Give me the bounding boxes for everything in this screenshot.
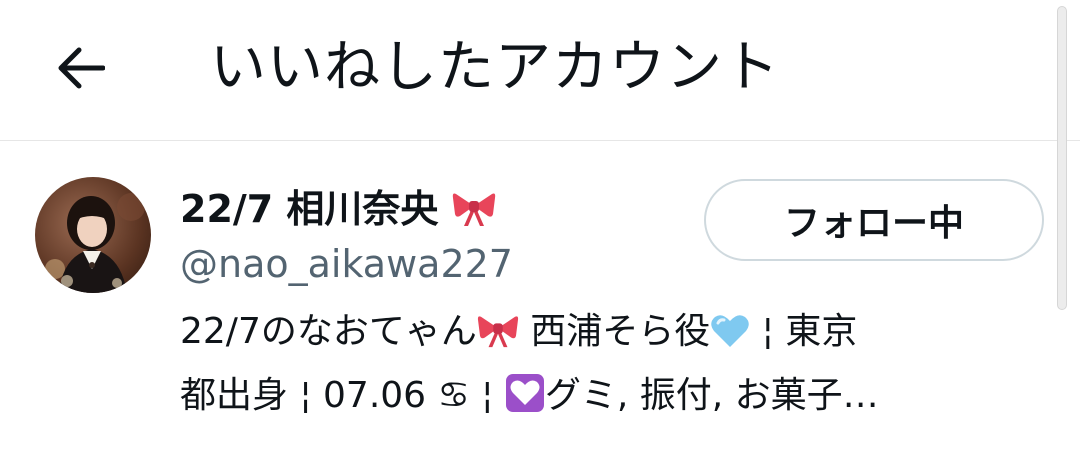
bio-line-2: 都出身 ¦ 07.06 ♋ ¦ グミ, 振付, お菓子…	[180, 367, 1040, 431]
avatar-photo	[45, 193, 145, 293]
top-header: いいねしたアカウント	[0, 0, 1080, 310]
following-button[interactable]: フォロー中	[704, 179, 1044, 261]
display-name-text: 22/7 相川奈央	[180, 187, 439, 231]
bio-text: 都出身 ¦ 07.06	[180, 375, 438, 416]
liked-by-page: いいねしたアカウント 22/7 相川奈央 @nao_aikawa227 フォロー…	[0, 0, 1080, 457]
arrow-left-icon	[58, 47, 105, 89]
white-heart-icon	[505, 373, 545, 431]
cancer-zodiac-icon: ♋	[437, 375, 470, 416]
user-handle: @nao_aikawa227	[180, 242, 513, 286]
page-title: いいねしたアカウント	[210, 35, 780, 100]
bio-text: ¦	[469, 375, 505, 416]
ribbon-icon	[452, 189, 496, 241]
bio-text: ¦ 東京	[750, 311, 858, 352]
bio-text: 西浦そら役	[518, 311, 711, 352]
user-bio: 22/7のなおてゃん 西浦そら役 ¦ 東京 都出身 ¦ 07.06 ♋ ¦ グミ…	[180, 303, 1040, 431]
bio-text: 22/7のなおてゃん	[180, 311, 477, 352]
avatar[interactable]	[35, 177, 151, 293]
light-blue-heart-icon	[710, 309, 750, 367]
bio-text: グミ, 振付, お菓子…	[544, 375, 879, 416]
bio-line-1: 22/7のなおてゃん 西浦そら役 ¦ 東京	[180, 303, 1040, 367]
display-name[interactable]: 22/7 相川奈央	[180, 183, 496, 241]
ribbon-icon	[477, 309, 519, 367]
back-button[interactable]	[50, 38, 110, 98]
user-list-item[interactable]: 22/7 相川奈央 @nao_aikawa227 フォロー中 22/7のなおてゃ…	[0, 141, 1080, 457]
